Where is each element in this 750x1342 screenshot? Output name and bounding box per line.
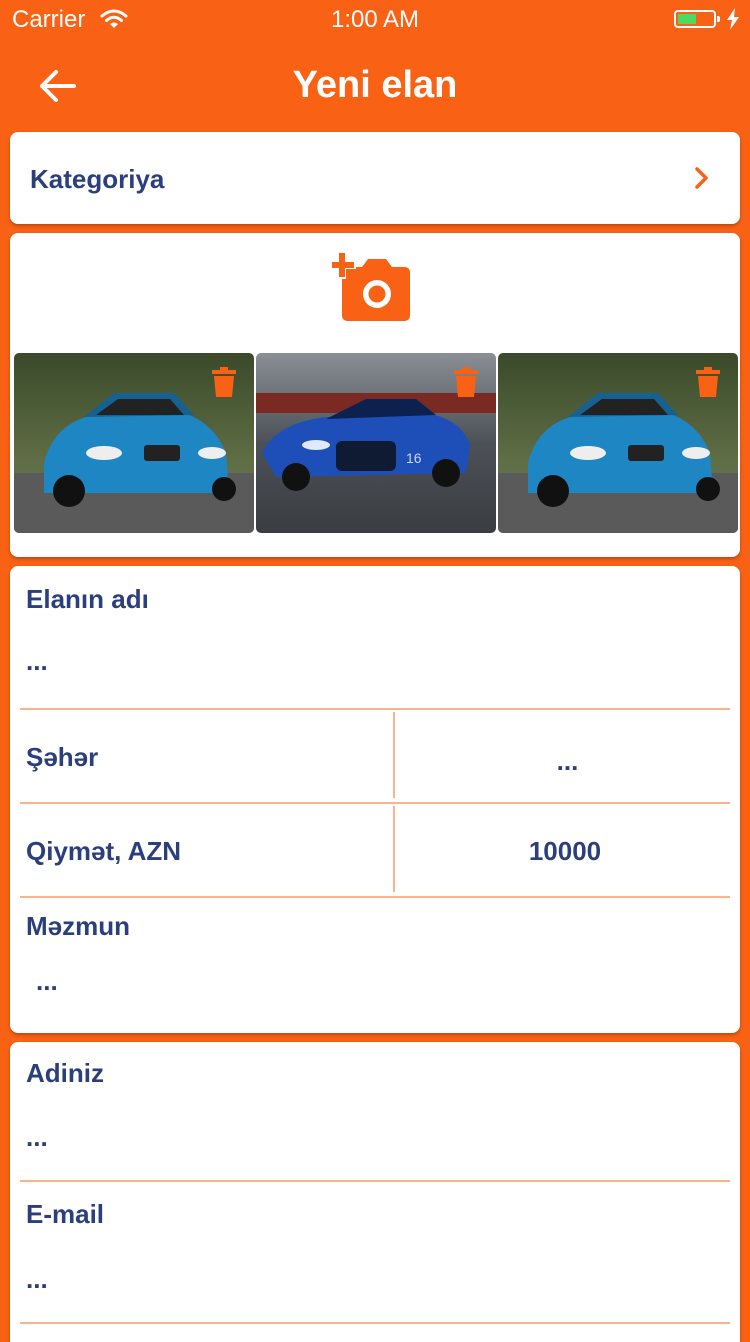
battery-icon bbox=[674, 10, 720, 28]
title-input[interactable]: ... bbox=[26, 646, 48, 677]
divider bbox=[20, 708, 730, 710]
title-label: Elanın adı bbox=[26, 584, 149, 614]
city-label: Şəhər bbox=[26, 742, 99, 772]
trash-icon[interactable] bbox=[454, 367, 478, 402]
divider bbox=[20, 1322, 730, 1324]
photos-section: 16 bbox=[10, 233, 740, 557]
photo-thumbnail[interactable] bbox=[14, 353, 254, 533]
page-title: Yeni elan bbox=[292, 64, 458, 106]
price-input[interactable]: 10000 bbox=[395, 836, 735, 867]
price-label: Qiymət, AZN bbox=[26, 836, 182, 866]
add-photo-icon[interactable] bbox=[328, 251, 414, 325]
category-selector[interactable]: Kategoriya bbox=[10, 132, 740, 224]
city-select[interactable]: ... bbox=[395, 746, 740, 777]
photo-thumbnail[interactable] bbox=[498, 353, 738, 533]
trash-icon[interactable] bbox=[696, 367, 720, 402]
divider bbox=[20, 802, 730, 804]
email-label: E-mail bbox=[26, 1199, 105, 1229]
divider bbox=[20, 896, 730, 898]
navigation-bar: Yeni elan bbox=[0, 40, 750, 130]
content-input[interactable]: ... bbox=[36, 966, 58, 997]
charging-icon bbox=[726, 8, 740, 35]
svg-text:16: 16 bbox=[406, 450, 422, 466]
name-label: Adiniz bbox=[26, 1058, 104, 1088]
contact-form: Adiniz ... E-mail ... bbox=[10, 1042, 740, 1342]
photo-thumbnail[interactable]: 16 bbox=[256, 353, 496, 533]
name-input[interactable]: ... bbox=[26, 1122, 48, 1153]
trash-icon[interactable] bbox=[212, 367, 236, 402]
clock: 1:00 AM bbox=[330, 6, 420, 33]
divider bbox=[20, 1180, 730, 1182]
email-input[interactable]: ... bbox=[26, 1264, 48, 1295]
content-label: Məzmun bbox=[26, 911, 130, 941]
chevron-right-icon bbox=[694, 166, 710, 195]
listing-form: Elanın adı ... Şəhər ... Qiymət, AZN 100… bbox=[10, 566, 740, 1033]
category-label: Kategoriya bbox=[30, 164, 165, 194]
status-bar: Carrier 1:00 AM bbox=[0, 0, 750, 40]
